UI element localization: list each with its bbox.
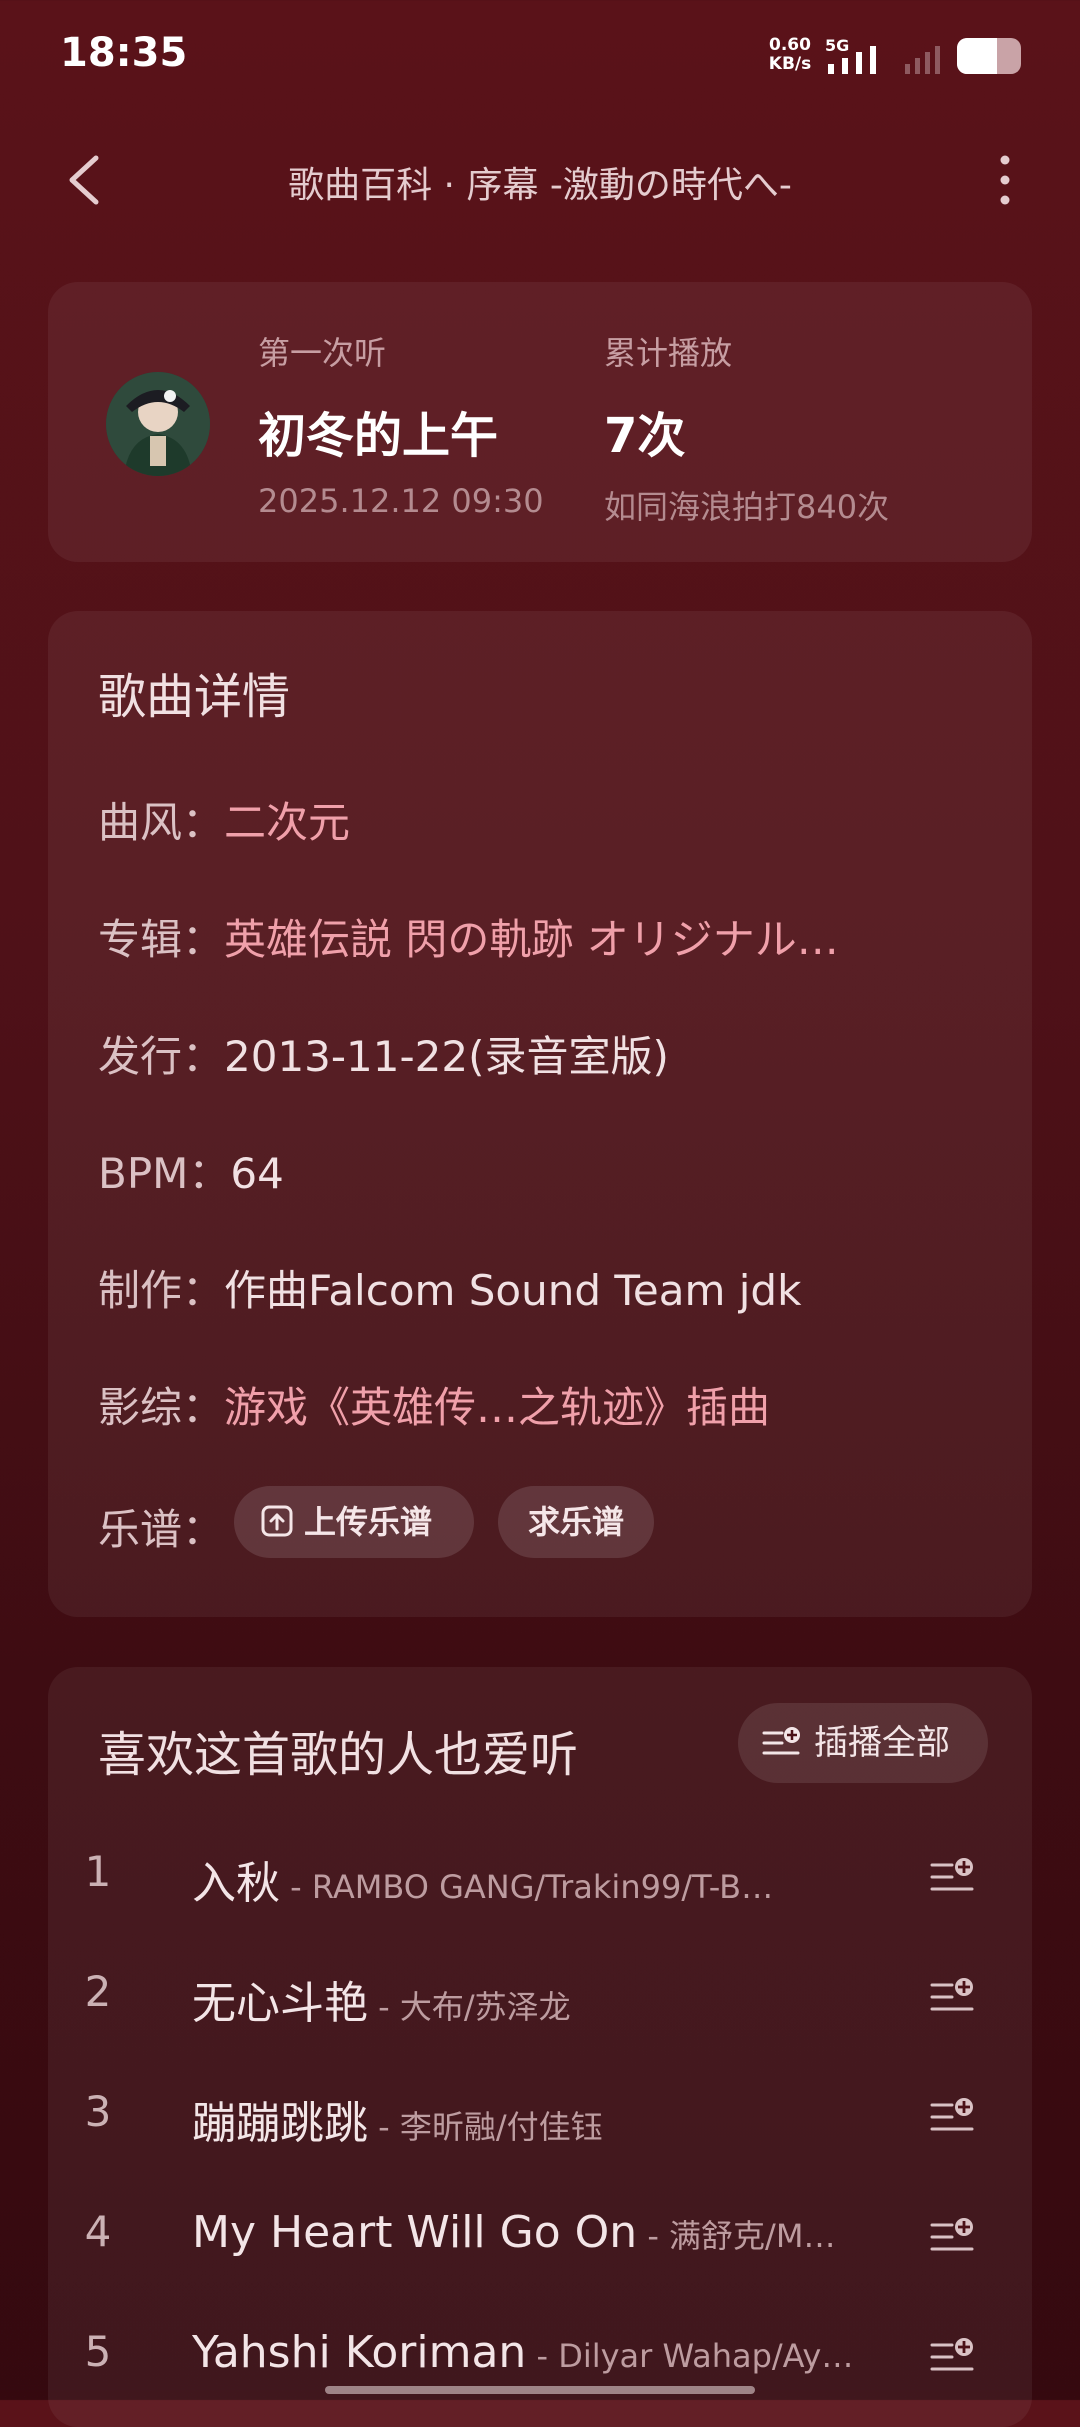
detail-bpm: BPM：64 [98,1140,284,1201]
song-info: 无心斗艳 - 大布/苏泽龙 [192,1967,882,2031]
page-title: 歌曲百科 · 序幕 -激動の時代へ- [288,165,792,206]
total-plays-note: 如同海浪拍打840次 [604,488,890,526]
request-sheet-label: 求乐谱 [527,1503,624,1541]
song-info: My Heart Will Go On - 满舒克/M… [192,2207,882,2258]
play-all-label: 插播全部 [814,1723,950,1763]
song-row[interactable]: 2 无心斗艳 - 大布/苏泽龙 [48,1945,1032,2045]
song-title: 蹦蹦跳跳 [192,2098,368,2149]
song-number: 1 [84,1847,112,1896]
top-bar: 歌曲百科 · 序幕 -激動の時代へ- [0,130,1080,230]
song-artist: - 李昕融/付佳钰 [378,2108,603,2146]
listen-stats-card: 第一次听 初冬的上午 2025.12.12 09:30 累计播放 7次 如同海浪… [48,282,1032,562]
detail-sheet: 乐谱： [98,1496,224,1557]
request-sheet-button[interactable]: 求乐谱 [498,1486,654,1558]
song-artist: - 大布/苏泽龙 [378,1988,571,2026]
release-label: 发行： [98,1032,225,1081]
queue-add-icon[interactable] [928,1975,976,2019]
play-all-button[interactable]: 插播全部 [738,1703,988,1783]
queue-add-icon [762,1727,800,1755]
song-title: My Heart Will Go On [192,2207,638,2258]
queue-add-icon[interactable] [928,1855,976,1899]
recommend-card: 喜欢这首歌的人也爱听 插播全部 1 入秋 - RAMBO GANG/Trakin9… [48,1667,1032,2427]
queue-add-icon[interactable] [928,2335,976,2379]
first-listen-value: 初冬的上午 [258,408,499,464]
avatar [106,372,210,476]
song-row[interactable]: 4 My Heart Will Go On - 满舒克/M… [48,2185,1032,2285]
album-value[interactable]: 英雄伝説 閃の軌跡 オリジナル… [224,915,839,964]
song-row[interactable]: 3 蹦蹦跳跳 - 李昕融/付佳钰 [48,2065,1032,2165]
recommend-heading: 喜欢这首歌的人也爱听 [98,1727,579,1783]
genre-label: 曲风： [98,798,225,847]
queue-add-icon[interactable] [928,2215,976,2259]
song-title: Yahshi Koriman [192,2327,527,2378]
release-value: 2013-11-22(录音室版) [224,1032,669,1081]
upload-sheet-button[interactable]: 上传乐谱 [234,1486,474,1558]
song-info: 蹦蹦跳跳 - 李昕融/付佳钰 [192,2087,882,2151]
upload-icon [261,1505,293,1537]
signal-icon-secondary [905,46,940,74]
queue-add-icon[interactable] [928,2095,976,2139]
signal-icon [828,46,876,74]
detail-genre: 曲风：二次元 [98,789,350,850]
song-details-card: 歌曲详情 曲风：二次元 专辑：英雄伝説 閃の軌跡 オリジナル… 发行：2013-… [48,611,1032,1617]
total-plays-value: 7次 [604,408,686,464]
details-heading: 歌曲详情 [98,669,291,725]
media-label: 影综： [98,1383,225,1432]
detail-credits: 制作：作曲Falcom Sound Team jdk [98,1257,801,1318]
media-value[interactable]: 游戏《英雄传…之轨迹》插曲 [224,1383,770,1432]
song-artist: - Dilyar Wahap/Ay… [536,2337,854,2375]
network-speed: 0.60 KB/s [765,36,815,74]
battery-icon [957,38,1021,74]
song-info: Yahshi Koriman - Dilyar Wahap/Ay… [192,2327,882,2378]
bpm-label: BPM： [98,1149,231,1198]
bpm-value: 64 [230,1149,284,1198]
album-label: 专辑： [98,915,225,964]
song-artist: - RAMBO GANG/Trakin99/T-B… [290,1868,774,1906]
song-title: 入秋 [192,1858,280,1909]
total-plays-label: 累计播放 [604,334,733,372]
song-artist: - 满舒克/M… [647,2217,836,2255]
song-number: 2 [84,1967,112,2016]
home-indicator [325,2386,755,2394]
detail-release: 发行：2013-11-22(录音室版) [98,1023,669,1084]
upload-sheet-label: 上传乐谱 [304,1503,433,1541]
network-speed-value: 0.60 [769,35,811,55]
song-row[interactable]: 1 入秋 - RAMBO GANG/Trakin99/T-B… [48,1825,1032,1925]
song-info: 入秋 - RAMBO GANG/Trakin99/T-B… [192,1847,882,1911]
credits-label: 制作： [98,1266,225,1315]
first-listen: 第一次听 初冬的上午 2025.12.12 09:30 [258,328,544,520]
song-number: 4 [84,2207,112,2256]
first-listen-time: 2025.12.12 09:30 [258,482,544,520]
song-number: 5 [84,2327,112,2376]
song-title: 无心斗艳 [192,1978,368,2029]
status-time: 18:35 [60,30,188,76]
first-listen-label: 第一次听 [258,334,387,372]
network-speed-unit: KB/s [768,54,812,74]
sheet-label: 乐谱： [98,1505,225,1554]
detail-album: 专辑：英雄伝説 閃の軌跡 オリジナル… [98,906,839,967]
more-icon[interactable] [990,150,1020,210]
back-icon[interactable] [60,150,110,210]
status-bar: 18:35 0.60 KB/s 5G [0,0,1080,110]
credits-value: 作曲Falcom Sound Team jdk [224,1266,802,1315]
genre-value[interactable]: 二次元 [224,798,350,847]
total-plays: 累计播放 7次 如同海浪拍打840次 [604,328,889,528]
song-number: 3 [84,2087,112,2136]
detail-media: 影综：游戏《英雄传…之轨迹》插曲 [98,1374,770,1435]
